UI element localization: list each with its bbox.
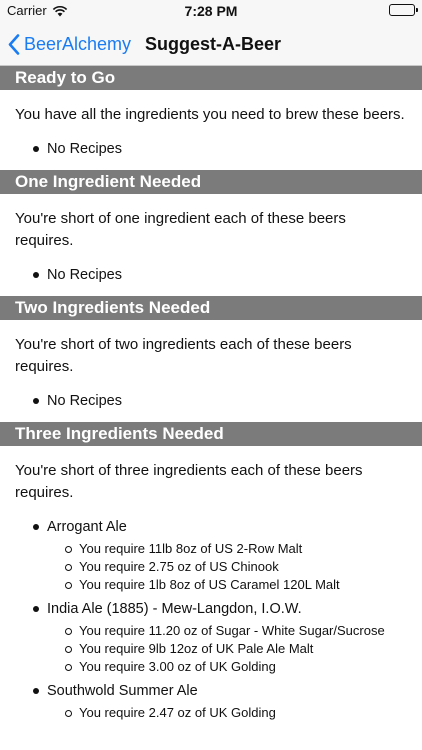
section-header: Two Ingredients Needed — [0, 296, 422, 320]
recipe-list: No Recipes — [15, 138, 407, 160]
recipe-name: No Recipes — [47, 393, 122, 409]
section-description: You have all the ingredients you need to… — [15, 106, 405, 123]
requirement-item: You require 9lb 12oz of UK Pale Ale Malt — [65, 640, 407, 658]
chevron-left-icon — [8, 33, 20, 55]
recipe-name: Arrogant Ale — [47, 519, 127, 535]
section-description: You're short of one ingredient each of t… — [15, 210, 346, 249]
requirement-list: You require 2.47 oz of UK Golding — [47, 704, 407, 722]
requirement-item: You require 3.00 oz of UK Golding — [65, 658, 407, 676]
section-body: You're short of two ingredients each of … — [0, 320, 422, 422]
requirement-item: You require 11lb 8oz of US 2-Row Malt — [65, 540, 407, 558]
recipe-list: No Recipes — [15, 264, 407, 286]
recipe-item: No Recipes — [33, 138, 407, 160]
recipe-item[interactable]: India Ale (1885) - Mew-Langdon, I.O.W. Yo… — [33, 598, 407, 676]
requirement-item: You require 2.75 oz of US Chinook — [65, 558, 407, 576]
clock: 7:28 PM — [184, 3, 238, 19]
recipe-item: No Recipes — [33, 264, 407, 286]
requirement-item: You require 2.47 oz of UK Golding — [65, 704, 407, 722]
requirement-item: You require 11.20 oz of Sugar - White Su… — [65, 622, 407, 640]
requirement-list: You require 11lb 8oz of US 2-Row Malt You… — [47, 540, 407, 594]
section-header: One Ingredient Needed — [0, 170, 422, 194]
recipe-item[interactable]: Arrogant Ale You require 11lb 8oz of US 2… — [33, 516, 407, 594]
status-bar: Carrier 7:28 PM — [0, 0, 422, 22]
section-body: You're short of three ingredients each o… — [0, 446, 422, 736]
recipe-name: No Recipes — [47, 141, 122, 157]
back-button[interactable]: BeerAlchemy — [8, 22, 131, 66]
recipe-list: No Recipes — [15, 390, 407, 412]
page-title: Suggest-A-Beer — [145, 33, 282, 54]
back-button-label: BeerAlchemy — [24, 33, 132, 54]
recipe-name: India Ale (1885) - Mew-Langdon, I.O.W. — [47, 601, 302, 617]
navigation-bar: BeerAlchemy Suggest-A-Beer — [0, 22, 422, 66]
battery-icon — [389, 4, 418, 16]
recipe-item: No Recipes — [33, 390, 407, 412]
section-body: You have all the ingredients you need to… — [0, 90, 422, 170]
recipe-name: Southwold Summer Ale — [47, 683, 198, 699]
requirement-list: You require 11.20 oz of Sugar - White Su… — [47, 622, 407, 676]
section-header: Ready to Go — [0, 66, 422, 90]
section-header: Three Ingredients Needed — [0, 422, 422, 446]
section-description: You're short of three ingredients each o… — [15, 462, 363, 501]
section-body: You're short of one ingredient each of t… — [0, 194, 422, 296]
requirement-item: You require 1lb 8oz of US Caramel 120L M… — [65, 576, 407, 594]
recipe-item[interactable]: Southwold Summer Ale You require 2.47 oz … — [33, 680, 407, 722]
suggestions-list[interactable]: Ready to Go You have all the ingredients … — [0, 66, 422, 750]
recipe-name: No Recipes — [47, 267, 122, 283]
recipe-list: Arrogant Ale You require 11lb 8oz of US 2… — [15, 516, 407, 722]
section-description: You're short of two ingredients each of … — [15, 336, 352, 375]
status-bar-right — [389, 4, 418, 19]
